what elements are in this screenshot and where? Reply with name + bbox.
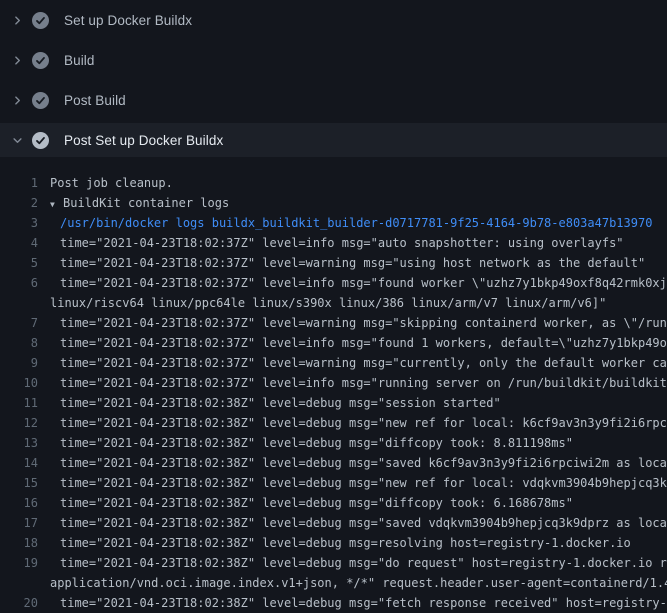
log-line: 13 time="2021-04-23T18:02:38Z" level=deb… [0,433,667,453]
log-line-text: time="2021-04-23T18:02:38Z" level=debug … [50,553,667,573]
step-section-post-build[interactable]: Post Build [0,80,667,120]
step-section-title: Set up Docker Buildx [64,13,192,28]
log-line-text: linux/riscv64 linux/ppc64le linux/s390x … [50,293,606,313]
log-line-number[interactable]: 13 [0,433,38,453]
log-line-number[interactable]: 16 [0,493,38,513]
log-line: 8 time="2021-04-23T18:02:37Z" level=info… [0,333,667,353]
log-line-number[interactable]: 14 [0,453,38,473]
chevron-right-icon[interactable] [10,93,24,107]
log-line-text: time="2021-04-23T18:02:37Z" level=warnin… [50,253,645,273]
log-line-number[interactable]: 15 [0,473,38,493]
log-line: 9 time="2021-04-23T18:02:37Z" level=warn… [0,353,667,373]
log-line: 12 time="2021-04-23T18:02:38Z" level=deb… [0,413,667,433]
step-section-set-up-docker-buildx[interactable]: Set up Docker Buildx [0,0,667,40]
log-line-number[interactable]: 20 [0,593,38,613]
log-line: 15 time="2021-04-23T18:02:38Z" level=deb… [0,473,667,493]
log-line-text: time="2021-04-23T18:02:38Z" level=debug … [50,453,667,473]
log-line-number[interactable]: 1 [0,173,38,193]
log-line: 14 time="2021-04-23T18:02:38Z" level=deb… [0,453,667,473]
log-line-text: time="2021-04-23T18:02:38Z" level=debug … [50,513,667,533]
log-line: 20 time="2021-04-23T18:02:38Z" level=deb… [0,593,667,613]
log-line-text: /usr/bin/docker logs buildx_buildkit_bui… [50,213,652,233]
step-section-post-set-up-docker-buildx[interactable]: Post Set up Docker Buildx [0,123,667,157]
step-section-title: Build [64,53,95,68]
log-line: 11 time="2021-04-23T18:02:38Z" level=deb… [0,393,667,413]
steps-list: Set up Docker Buildx Build Post Build Po… [0,0,667,157]
log-line-number[interactable]: 12 [0,413,38,433]
step-section-title: Post Build [64,93,126,108]
check-circle-icon [32,92,49,109]
log-line: 1 Post job cleanup. [0,173,667,193]
log-line-number[interactable]: 8 [0,333,38,353]
log-line: 6 time="2021-04-23T18:02:37Z" level=info… [0,273,667,293]
log-line: 17 time="2021-04-23T18:02:38Z" level=deb… [0,513,667,533]
log-line-number[interactable]: 9 [0,353,38,373]
check-circle-icon [32,12,49,29]
log-line-text: time="2021-04-23T18:02:38Z" level=debug … [50,593,667,613]
log-line-number [0,573,38,593]
log-line: 3 /usr/bin/docker logs buildx_buildkit_b… [0,213,667,233]
log-line: 18 time="2021-04-23T18:02:38Z" level=deb… [0,533,667,553]
check-circle-icon [32,52,49,69]
log-line-text: time="2021-04-23T18:02:37Z" level=info m… [50,233,624,253]
log-line: 16 time="2021-04-23T18:02:38Z" level=deb… [0,493,667,513]
log-line-text: time="2021-04-23T18:02:37Z" level=info m… [50,373,667,393]
log-line-number [0,293,38,313]
actions-log-page: { "colors": { "page_background": "#13161… [0,0,667,600]
log-line-number[interactable]: 11 [0,393,38,413]
log-line-number[interactable]: 17 [0,513,38,533]
log-line: application/vnd.oci.image.index.v1+json,… [0,573,667,593]
log-line-text: time="2021-04-23T18:02:38Z" level=debug … [50,413,667,433]
log-line-number[interactable]: 10 [0,373,38,393]
log-line-number[interactable]: 18 [0,533,38,553]
log-viewer: 1 Post job cleanup. 2 ▼BuildKit containe… [0,160,667,613]
step-section-build[interactable]: Build [0,40,667,80]
log-line-number[interactable]: 2 [0,193,38,213]
log-line-text: time="2021-04-23T18:02:38Z" level=debug … [50,393,501,413]
log-line-text: time="2021-04-23T18:02:37Z" level=warnin… [50,313,667,333]
log-line: 10 time="2021-04-23T18:02:37Z" level=inf… [0,373,667,393]
log-line-text: time="2021-04-23T18:02:38Z" level=debug … [50,433,573,453]
log-line-text: time="2021-04-23T18:02:37Z" level=warnin… [50,353,667,373]
log-line-number[interactable]: 5 [0,253,38,273]
log-line-number[interactable]: 3 [0,213,38,233]
log-line-text: time="2021-04-23T18:02:38Z" level=debug … [50,493,573,513]
log-line-number[interactable]: 19 [0,553,38,573]
log-line-text: time="2021-04-23T18:02:38Z" level=debug … [50,473,667,493]
log-line: 2 ▼BuildKit container logs [0,193,667,213]
log-line-text: time="2021-04-23T18:02:37Z" level=info m… [50,273,667,293]
log-line: linux/riscv64 linux/ppc64le linux/s390x … [0,293,667,313]
log-line-text[interactable]: ▼BuildKit container logs [50,193,229,213]
log-line: 4 time="2021-04-23T18:02:37Z" level=info… [0,233,667,253]
step-section-title: Post Set up Docker Buildx [64,133,223,148]
log-line: 7 time="2021-04-23T18:02:37Z" level=warn… [0,313,667,333]
log-line-text: application/vnd.oci.image.index.v1+json,… [50,573,667,593]
log-line: 5 time="2021-04-23T18:02:37Z" level=warn… [0,253,667,273]
log-line-text: time="2021-04-23T18:02:37Z" level=info m… [50,333,667,353]
log-line-text: Post job cleanup. [50,173,173,193]
log-group-toggle-icon[interactable]: ▼ [50,195,63,214]
check-circle-icon [32,132,49,149]
chevron-down-icon[interactable] [10,133,24,147]
log-line: 19 time="2021-04-23T18:02:38Z" level=deb… [0,553,667,573]
log-line-number[interactable]: 4 [0,233,38,253]
chevron-right-icon[interactable] [10,53,24,67]
log-line-text: time="2021-04-23T18:02:38Z" level=debug … [50,533,631,553]
chevron-right-icon[interactable] [10,13,24,27]
log-line-number[interactable]: 7 [0,313,38,333]
log-line-number[interactable]: 6 [0,273,38,293]
